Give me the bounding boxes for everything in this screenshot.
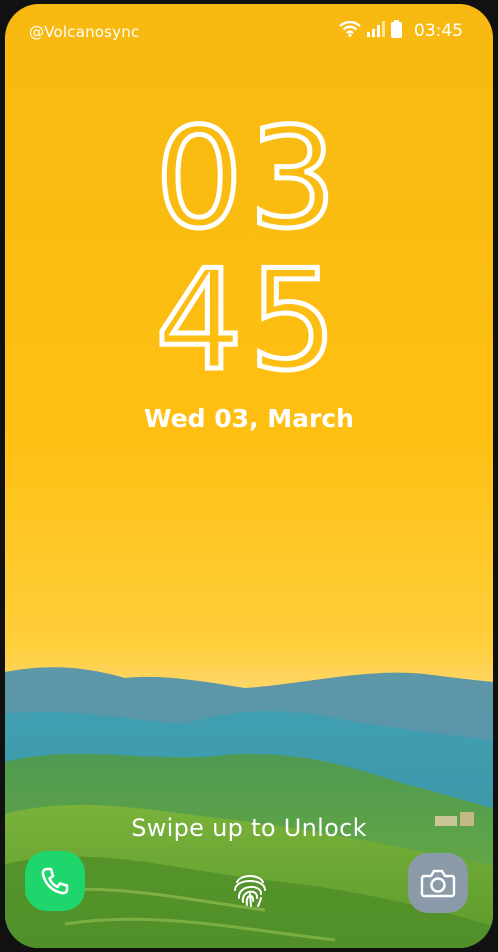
status-time: 03:45	[414, 21, 463, 41]
phone-icon	[41, 867, 69, 895]
clock-minutes-glyphs: 45	[153, 238, 343, 404]
clock-minutes-text: 45	[155, 244, 343, 394]
signal-icon	[367, 21, 385, 41]
battery-icon	[391, 20, 402, 42]
camera-shortcut-button[interactable]	[408, 853, 468, 913]
wifi-icon	[339, 20, 361, 41]
clock-hours-glyphs: 03	[153, 96, 343, 262]
unlock-hint: Swipe up to Unlock	[131, 814, 367, 842]
camera-icon	[420, 869, 456, 898]
fingerprint-icon	[234, 875, 266, 907]
status-icons: 03:45	[339, 20, 463, 42]
owner-label: @Volcanosync	[29, 23, 140, 41]
date-label: Wed 03, March	[144, 404, 354, 433]
lock-screen[interactable]: @Volcanosync 03:45 03 45 Wed 03, March S…	[5, 4, 493, 948]
fingerprint-sensor[interactable]	[227, 866, 273, 912]
phone-shortcut-button[interactable]	[25, 851, 85, 911]
clock-minutes: 45	[5, 238, 493, 426]
clock-hours-text: 03	[155, 102, 343, 252]
status-bar: @Volcanosync 03:45	[5, 4, 493, 58]
phone-frame: @Volcanosync 03:45 03 45 Wed 03, March S…	[0, 0, 498, 952]
